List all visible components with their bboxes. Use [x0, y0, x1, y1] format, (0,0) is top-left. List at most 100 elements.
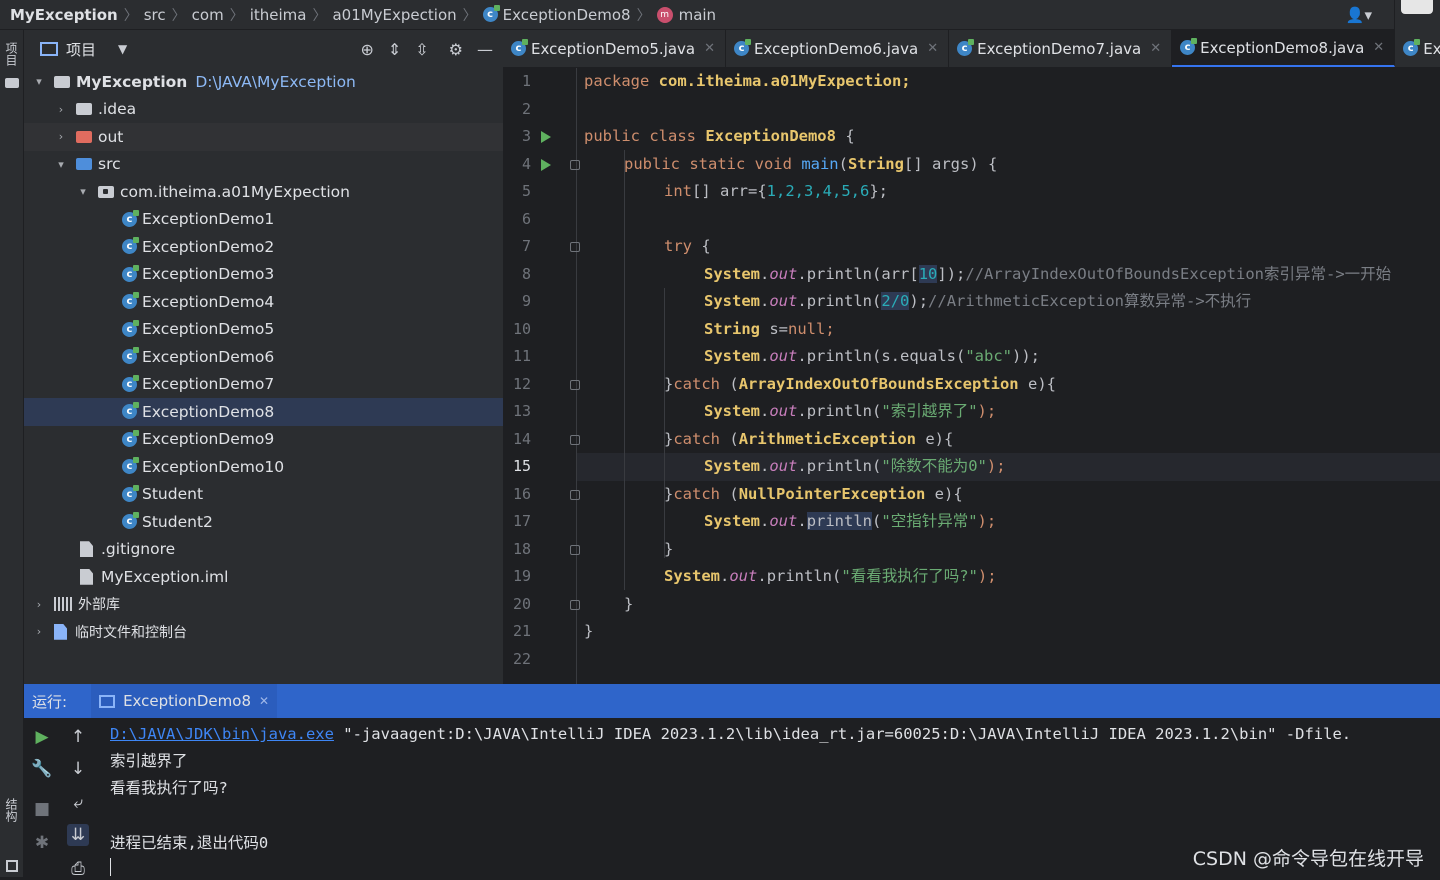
code-line-9: System.out.println(2/0);//ArithmeticExce… — [704, 292, 1252, 310]
editor: c ExceptionDemo5.java ✕ c ExceptionDemo6.jav… — [503, 30, 1440, 684]
code-area[interactable]: package com.itheima.a01MyExpection; publ… — [577, 68, 1440, 684]
code-line-5: int[] arr={1,2,3,4,5,6}; — [664, 182, 888, 200]
editor-tab[interactable]: c ExceptionDemo8.java ✕ — [1172, 30, 1396, 67]
tree-file-iml[interactable]: MyException.iml — [24, 563, 503, 591]
tree-scratches[interactable]: › 临时文件和控制台 — [24, 618, 503, 646]
project-panel-title[interactable]: 项目 — [66, 39, 96, 60]
editor-tab[interactable]: c ExceptionDemo6.java ✕ — [726, 30, 950, 67]
class-icon: c — [1403, 39, 1421, 56]
editor-tab[interactable]: c ExceptionDemo7.java ✕ — [949, 30, 1173, 67]
collapse-all-icon[interactable]: ⇳ — [415, 40, 428, 59]
tree-external-libs[interactable]: › 外部库 — [24, 591, 503, 619]
gear-icon[interactable]: ⚙ — [449, 40, 463, 59]
chevron-right-icon[interactable]: › — [54, 130, 68, 143]
line-number: 15 — [512, 457, 531, 475]
breadcrumb-itheima[interactable]: itheima — [250, 6, 307, 24]
run-gutter-icon[interactable] — [541, 131, 551, 143]
class-icon: c — [122, 457, 139, 475]
structure-tool-button[interactable]: 结构 — [3, 798, 20, 822]
close-icon[interactable]: ✕ — [704, 41, 715, 56]
console-command-args: "-javaagent:D:\JAVA\IntelliJ IDEA 2023.1… — [333, 725, 1352, 743]
tree-root[interactable]: ▾ MyException D:\JAVA\MyException — [24, 68, 503, 96]
hide-icon[interactable]: — — [477, 40, 493, 59]
tree-class-item[interactable]: c ExceptionDemo2 — [24, 233, 503, 261]
class-icon: c — [122, 347, 139, 365]
class-list: c ExceptionDemo1 c ExceptionDemo2 c Exception… — [24, 206, 503, 536]
breadcrumb-com[interactable]: com — [192, 6, 224, 24]
tree-class-item[interactable]: c ExceptionDemo5 — [24, 316, 503, 344]
tree-folder-out[interactable]: › out — [24, 123, 503, 151]
rerun-icon[interactable]: ▶ — [31, 726, 53, 748]
iml-file-icon — [80, 568, 93, 585]
editor-tab[interactable]: c ExceptionDemo5.java ✕ — [503, 30, 727, 67]
chevron-right-icon[interactable]: › — [54, 103, 68, 116]
project-tool-button[interactable]: 项目 — [3, 42, 20, 66]
java-exe-link[interactable]: D:\JAVA\JDK\bin\java.exe — [110, 725, 334, 743]
tree-class-item[interactable]: c ExceptionDemo7 — [24, 371, 503, 399]
chevron-right-icon[interactable]: › — [32, 625, 46, 638]
line-number: 19 — [512, 567, 531, 585]
excluded-folder-icon — [76, 130, 92, 143]
tree-scratches-label: 临时文件和控制台 — [75, 624, 187, 641]
line-number: 6 — [521, 209, 531, 228]
tree-class-item[interactable]: c ExceptionDemo6 — [24, 343, 503, 371]
tree-root-label: MyException — [76, 72, 188, 91]
close-icon[interactable]: ✕ — [927, 41, 938, 56]
chevron-right-icon: 〉 — [636, 7, 651, 24]
chevron-down-icon[interactable]: ▾ — [76, 185, 90, 198]
tree-folder-src[interactable]: ▾ src — [24, 151, 503, 179]
scroll-to-end-icon[interactable]: ⇊ — [67, 824, 89, 846]
editor-tab[interactable]: cExce — [1395, 30, 1440, 67]
arrow-down-icon[interactable]: ↓ — [67, 758, 89, 780]
tree-class-item[interactable]: c ExceptionDemo3 — [24, 261, 503, 289]
tree-class-item[interactable]: c ExceptionDemo9 — [24, 426, 503, 454]
chevron-right-icon: 〉 — [171, 7, 186, 24]
tree-class-item[interactable]: c ExceptionDemo1 — [24, 206, 503, 234]
breadcrumb-package[interactable]: a01MyExpection — [332, 6, 456, 24]
breadcrumb-src[interactable]: src — [144, 6, 166, 24]
tree-package[interactable]: ▾ com.itheima.a01MyExpection — [24, 178, 503, 206]
editor-tabs: c ExceptionDemo5.java ✕ c ExceptionDemo6.jav… — [503, 30, 1440, 68]
tree-file-gitignore[interactable]: .gitignore — [24, 536, 503, 564]
run-gutter-icon[interactable] — [541, 158, 551, 171]
close-icon[interactable]: ✕ — [1150, 41, 1161, 56]
locate-icon[interactable]: ⊕ — [360, 40, 373, 59]
module-folder-icon — [54, 75, 70, 88]
user-icon[interactable]: 👤▾ — [1346, 6, 1372, 24]
class-icon: c — [122, 209, 139, 227]
tree-class-item[interactable]: c ExceptionDemo4 — [24, 288, 503, 316]
tree-class-item[interactable]: c ExceptionDemo8 — [24, 398, 503, 426]
editor-tab-label: Exce — [1423, 39, 1440, 58]
close-icon[interactable]: ✕ — [1373, 40, 1384, 55]
vcs-icon[interactable] — [1394, 0, 1440, 30]
arrow-up-icon[interactable]: ↑ — [67, 726, 89, 748]
line-number: 4 — [521, 154, 531, 173]
breadcrumb-project[interactable]: MyException — [10, 6, 118, 24]
close-icon[interactable]: ✕ — [259, 694, 269, 708]
breadcrumb-method[interactable]: m main — [656, 6, 716, 24]
scratch-icon — [54, 623, 67, 640]
tree-file-label: .gitignore — [101, 540, 176, 559]
line-number: 2 — [521, 99, 531, 118]
tree-class-item[interactable]: c Student — [24, 481, 503, 509]
chevron-down-icon[interactable]: ▾ — [54, 158, 68, 171]
debug-icon[interactable]: ✱ — [31, 832, 53, 854]
editor-tab-label: ExceptionDemo8.java — [1200, 38, 1365, 57]
stop-icon[interactable]: ■ — [31, 798, 53, 820]
chevron-right-icon[interactable]: › — [32, 598, 46, 611]
chevron-down-icon[interactable]: ▾ — [32, 75, 46, 88]
code-line-19: System.out.println("看看我执行了吗?"); — [664, 567, 997, 585]
left-tool-strip: 项目 结构 — [0, 30, 24, 877]
chevron-down-icon[interactable]: ▼ — [118, 42, 127, 56]
class-icon: c — [122, 429, 139, 447]
tree-class-item[interactable]: c Student2 — [24, 508, 503, 536]
tree-class-label: ExceptionDemo5 — [142, 320, 275, 339]
tree-folder-idea[interactable]: › .idea — [24, 96, 503, 124]
breadcrumb-class[interactable]: c ExceptionDemo8 — [482, 5, 631, 24]
tree-class-item[interactable]: c ExceptionDemo10 — [24, 453, 503, 481]
expand-all-icon[interactable]: ⇕ — [388, 40, 401, 59]
run-tab[interactable]: ExceptionDemo8 ✕ — [91, 684, 278, 718]
chevron-right-icon: 〉 — [462, 7, 477, 24]
soft-wrap-icon[interactable]: ⤶ — [67, 792, 89, 814]
wrench-icon[interactable]: 🔧 — [31, 758, 53, 780]
